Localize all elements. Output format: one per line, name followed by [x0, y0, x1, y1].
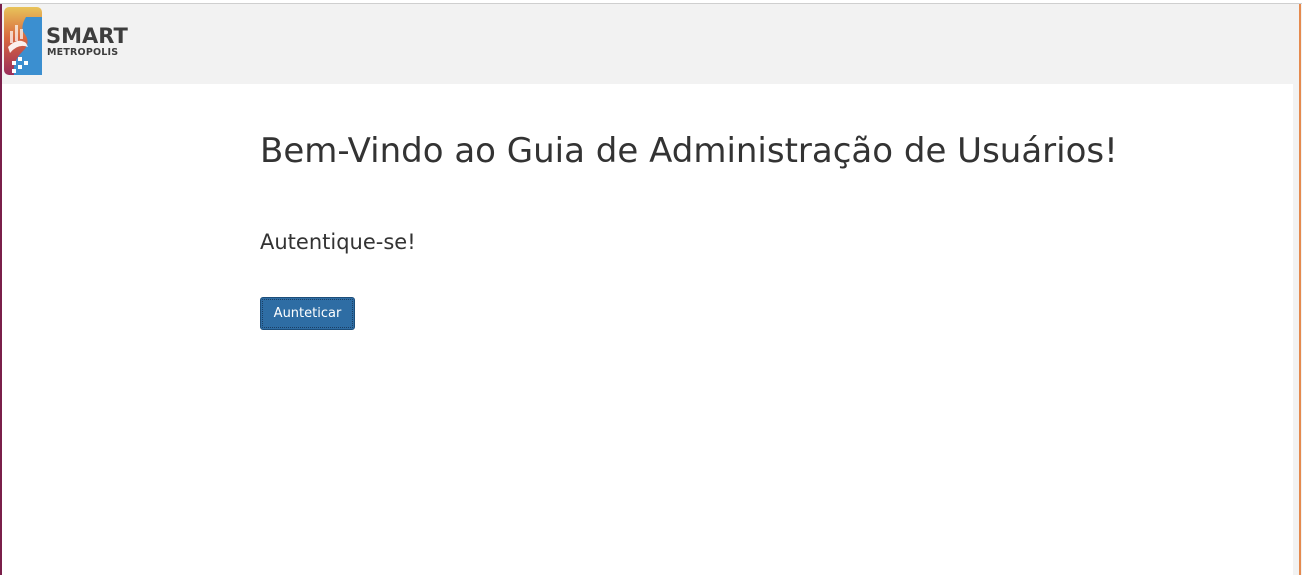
authenticate-button[interactable]: Aunteticar	[260, 297, 355, 330]
window-left-border	[0, 4, 2, 575]
logo-text-smart: SMART	[46, 24, 128, 48]
logo-text-metropolis: METROPOLIS	[47, 47, 119, 58]
window-right-border	[1299, 4, 1301, 575]
page-header: SMART METROPOLIS	[2, 4, 1293, 84]
page-title: Bem-Vindo ao Guia de Administração de Us…	[260, 131, 1118, 171]
auth-prompt: Autentique-se!	[260, 230, 416, 254]
smart-metropolis-logo[interactable]: SMART METROPOLIS	[4, 7, 134, 77]
smart-metropolis-logo-icon	[4, 7, 42, 75]
